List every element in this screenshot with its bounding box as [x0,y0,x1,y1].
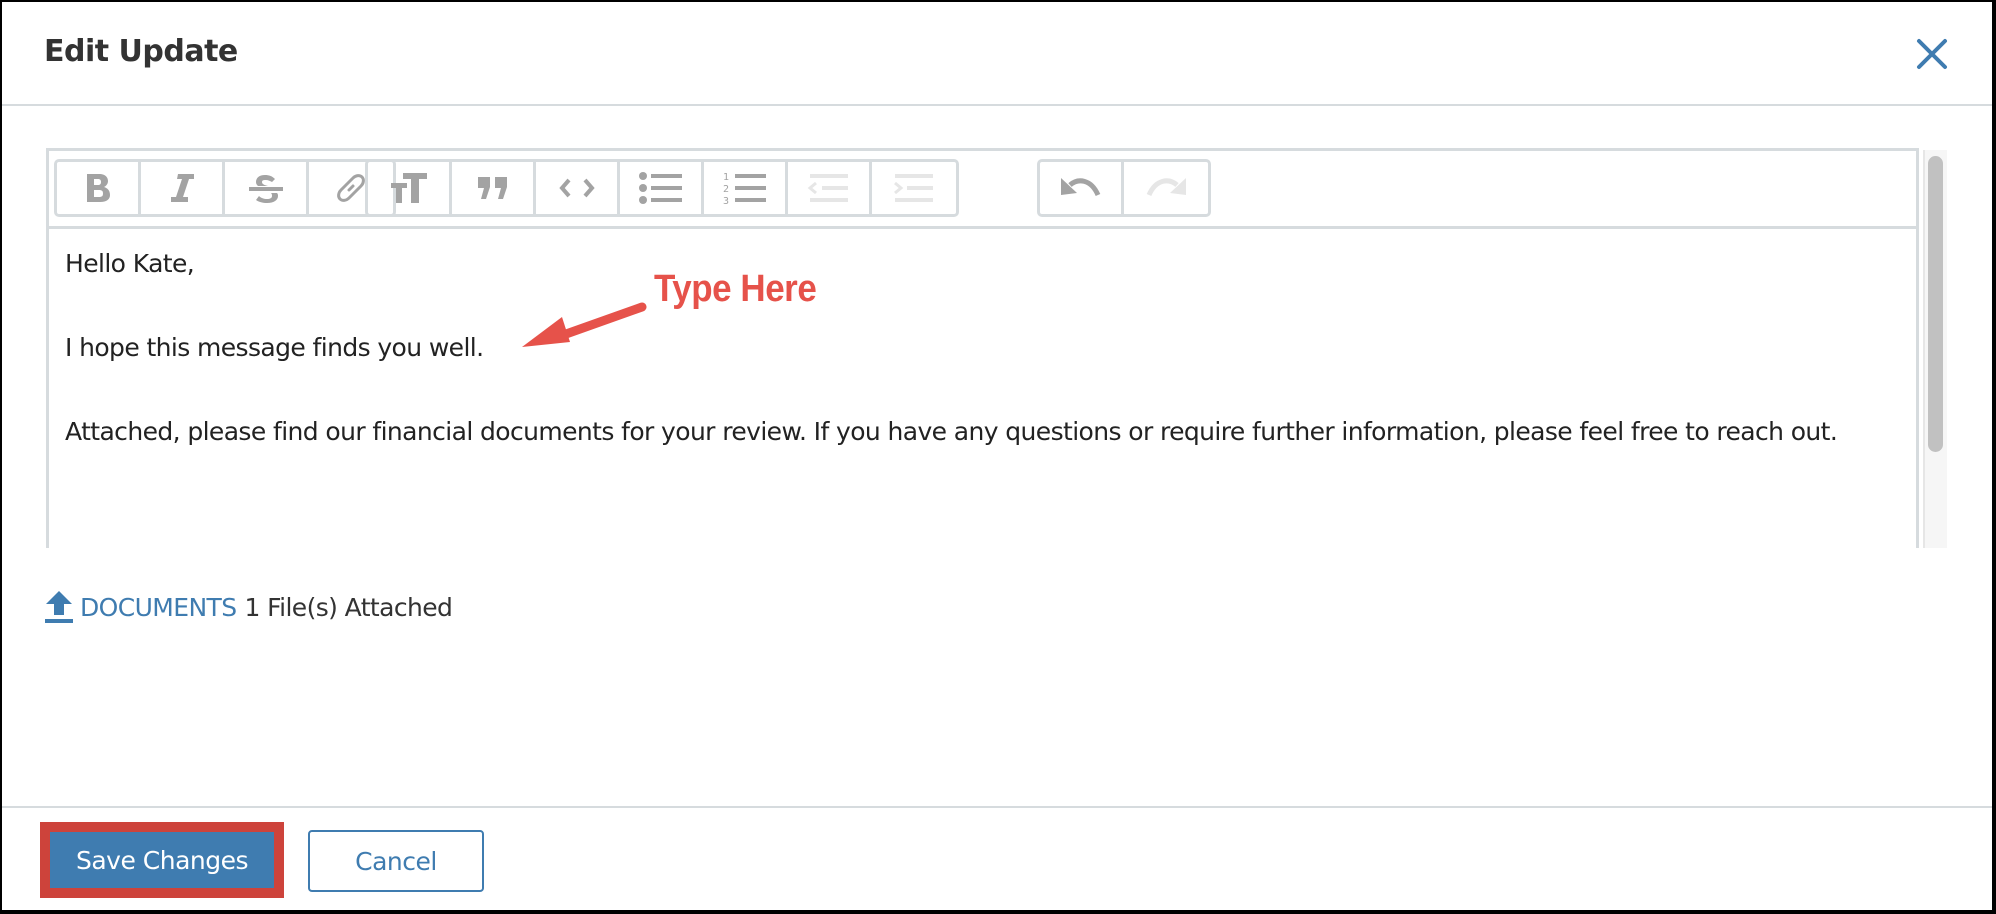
toolbar-group-inline [54,159,396,217]
bullet-list-icon [638,172,682,204]
undo-icon [1060,178,1100,197]
annotation-label: Type Here [654,268,817,310]
attachments-row: DOCUMENTS 1 File(s) Attached [44,587,453,627]
quote-icon [477,177,507,199]
dialog-title: Edit Update [44,34,238,69]
upload-icon[interactable] [44,589,74,625]
close-icon [1917,39,1947,69]
scrollbar-thumb[interactable] [1928,156,1943,452]
redo-button[interactable] [1124,162,1208,214]
bullet-list-button[interactable] [620,162,704,214]
outdent-button[interactable] [788,162,872,214]
paragraph-body: Attached, please find our financial docu… [65,417,1838,446]
numbered-list-button[interactable]: 1 2 3 [704,162,788,214]
documents-link[interactable]: DOCUMENTS [80,593,237,622]
edit-update-dialog: Edit Update 1 2 3 Hello Kate, I hope thi… [2,2,1992,910]
indent-button[interactable] [872,162,956,214]
toolbar-group-block: 1 2 3 [365,159,959,217]
svg-text:2: 2 [723,184,729,195]
cancel-button[interactable]: Cancel [308,830,484,892]
rich-text-editor: 1 2 3 Hello Kate, I hope this message fi… [46,148,1919,548]
toolbar-group-history [1037,159,1211,217]
bold-button[interactable] [57,162,141,214]
dialog-header: Edit Update [2,2,1992,106]
strikethrough-icon [248,175,283,203]
indent-icon [894,174,933,202]
svg-text:3: 3 [723,196,729,205]
svg-text:1: 1 [723,172,729,183]
heading-icon [390,173,427,203]
paragraph-greeting: Hello Kate, [65,249,195,278]
editor-content[interactable]: Hello Kate, I hope this message finds yo… [65,243,1895,495]
strikethrough-button[interactable] [225,162,309,214]
paragraph-wellwish: I hope this message finds you well. [65,333,484,362]
code-button[interactable] [536,162,620,214]
italic-button[interactable] [141,162,225,214]
heading-button[interactable] [368,162,452,214]
redo-icon [1146,178,1186,197]
quote-button[interactable] [452,162,536,214]
close-button[interactable] [1914,36,1950,72]
outdent-icon [807,174,848,202]
code-icon [558,178,595,198]
editor-scrollbar[interactable] [1923,150,1947,548]
save-highlight-outline: Save Changes [40,822,284,898]
italic-icon [170,174,194,202]
save-changes-button[interactable]: Save Changes [50,832,274,888]
bold-icon [86,174,110,202]
attachment-count: 1 File(s) Attached [244,592,453,622]
editor-toolbar: 1 2 3 [49,151,1916,229]
numbered-list-icon: 1 2 3 [723,172,766,205]
undo-button[interactable] [1040,162,1124,214]
dialog-footer: Save Changes Cancel [2,806,1992,912]
